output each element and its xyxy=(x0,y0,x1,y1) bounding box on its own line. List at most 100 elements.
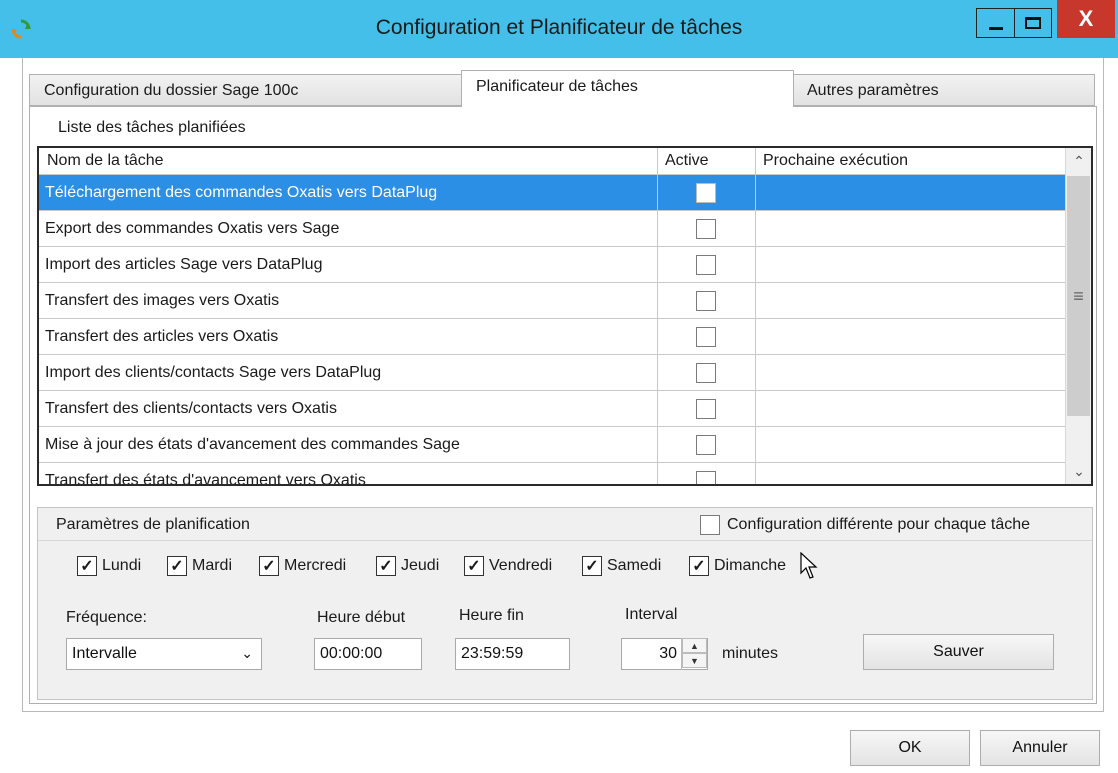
params-header: Paramètres de planification Configuratio… xyxy=(38,508,1092,541)
active-checkbox[interactable] xyxy=(696,255,716,275)
active-checkbox[interactable] xyxy=(696,219,716,239)
active-checkbox[interactable] xyxy=(696,435,716,455)
frequency-select[interactable]: Intervalle ⌄ xyxy=(66,638,262,670)
column-divider xyxy=(755,463,756,484)
column-header-active[interactable]: Active xyxy=(665,152,709,170)
vertical-scrollbar[interactable]: ⌃ ≡ ⌄ xyxy=(1065,148,1091,484)
end-time-field[interactable]: 23:59:59 xyxy=(455,638,570,670)
grid-header: Nom de la tâche Active Prochaine exécuti… xyxy=(39,148,1065,175)
task-name: Transfert des articles vers Oxatis xyxy=(45,328,279,345)
interval-spinner[interactable]: ▲ ▼ xyxy=(681,638,707,670)
spin-up-icon[interactable]: ▲ xyxy=(682,638,707,653)
day-checkbox-vendredi[interactable]: ✓ Vendredi xyxy=(464,555,552,577)
task-name: Transfert des états d'avancement vers Ox… xyxy=(45,472,366,486)
task-name: Téléchargement des commandes Oxatis vers… xyxy=(45,184,438,201)
task-name: Import des clients/contacts Sage vers Da… xyxy=(45,364,382,381)
chevron-down-icon: ⌄ xyxy=(241,645,253,661)
day-checkbox-jeudi[interactable]: ✓ Jeudi xyxy=(376,555,439,577)
day-checkbox-mardi[interactable]: ✓ Mardi xyxy=(167,555,232,577)
column-divider xyxy=(657,463,658,484)
column-divider xyxy=(657,175,658,211)
column-divider xyxy=(755,391,756,427)
minimize-icon xyxy=(988,26,1003,30)
scroll-down-arrow-icon[interactable]: ⌄ xyxy=(1066,458,1091,484)
table-row[interactable]: Export des commandes Oxatis vers Sage xyxy=(39,211,1065,247)
close-button[interactable]: X xyxy=(1057,0,1115,38)
start-time-field[interactable]: 00:00:00 xyxy=(314,638,422,670)
frequency-value: Intervalle xyxy=(72,645,137,662)
active-checkbox[interactable] xyxy=(696,399,716,419)
mouse-cursor-icon xyxy=(800,552,818,579)
day-label: Jeudi xyxy=(401,557,440,574)
table-row[interactable]: Import des clients/contacts Sage vers Da… xyxy=(39,355,1065,391)
interval-label: Interval xyxy=(625,606,678,623)
column-header-name[interactable]: Nom de la tâche xyxy=(47,152,164,170)
start-time-label: Heure début xyxy=(317,609,406,626)
checkmark-icon: ✓ xyxy=(77,556,97,576)
active-checkbox[interactable] xyxy=(696,291,716,311)
active-checkbox[interactable] xyxy=(696,363,716,383)
day-checkbox-lundi[interactable]: ✓ Lundi xyxy=(77,555,141,577)
title-bar: Configuration et Planificateur de tâches… xyxy=(0,0,1118,58)
checkmark-icon: ✓ xyxy=(582,556,602,576)
task-list-label: Liste des tâches planifiées xyxy=(58,119,246,136)
tab-planificateur[interactable]: Planificateur de tâches xyxy=(461,70,794,107)
table-row[interactable]: Mise à jour des états d'avancement des c… xyxy=(39,427,1065,463)
table-row[interactable]: Transfert des états d'avancement vers Ox… xyxy=(39,463,1065,486)
column-divider xyxy=(755,211,756,247)
column-divider xyxy=(657,148,658,175)
checkmark-icon: ✓ xyxy=(376,556,396,576)
active-checkbox[interactable] xyxy=(696,183,716,203)
active-checkbox[interactable] xyxy=(696,471,716,484)
maximize-button[interactable] xyxy=(1014,8,1052,38)
tab-configuration-dossier[interactable]: Configuration du dossier Sage 100c xyxy=(29,74,463,106)
task-name: Transfert des clients/contacts vers Oxat… xyxy=(45,400,337,417)
column-divider xyxy=(657,355,658,391)
frequency-label: Fréquence: xyxy=(66,609,147,626)
table-row[interactable]: Téléchargement des commandes Oxatis vers… xyxy=(39,175,1065,211)
task-name: Import des articles Sage vers DataPlug xyxy=(45,256,323,273)
tab-label: Autres paramètres xyxy=(807,82,939,99)
checkmark-icon: ✓ xyxy=(689,556,709,576)
scroll-up-arrow-icon[interactable]: ⌃ xyxy=(1066,148,1091,174)
tab-label: Planificateur de tâches xyxy=(476,78,638,95)
table-row[interactable]: Transfert des clients/contacts vers Oxat… xyxy=(39,391,1065,427)
column-divider xyxy=(755,148,756,175)
table-row[interactable]: Transfert des articles vers Oxatis xyxy=(39,319,1065,355)
day-label: Mercredi xyxy=(284,557,347,574)
column-divider xyxy=(755,427,756,463)
task-grid[interactable]: Nom de la tâche Active Prochaine exécuti… xyxy=(37,146,1093,486)
minimize-button[interactable] xyxy=(976,8,1014,38)
different-config-checkbox[interactable] xyxy=(700,515,720,535)
task-name: Transfert des images vers Oxatis xyxy=(45,292,280,309)
scheduling-params-group: Paramètres de planification Configuratio… xyxy=(37,507,1093,700)
ok-button[interactable]: OK xyxy=(850,730,970,766)
interval-value: 30 xyxy=(659,645,677,662)
table-row[interactable]: Transfert des images vers Oxatis xyxy=(39,283,1065,319)
tab-autres-parametres[interactable]: Autres paramètres xyxy=(792,74,1095,106)
day-label: Samedi xyxy=(607,557,662,574)
day-checkbox-samedi[interactable]: ✓ Samedi xyxy=(582,555,661,577)
maximize-icon xyxy=(1025,17,1041,29)
save-button[interactable]: Sauver xyxy=(863,634,1054,670)
different-config-label[interactable]: Configuration différente pour chaque tâc… xyxy=(727,516,1030,534)
end-time-value: 23:59:59 xyxy=(461,645,524,662)
column-header-next-run[interactable]: Prochaine exécution xyxy=(763,152,908,170)
task-name: Mise à jour des états d'avancement des c… xyxy=(45,436,460,453)
day-label: Vendredi xyxy=(489,557,553,574)
start-time-value: 00:00:00 xyxy=(320,645,383,662)
task-name: Export des commandes Oxatis vers Sage xyxy=(45,220,340,237)
window-title: Configuration et Planificateur de tâches xyxy=(375,16,743,39)
grip-icon: ≡ xyxy=(1073,285,1084,306)
spin-down-icon[interactable]: ▼ xyxy=(682,653,707,668)
day-checkbox-dimanche[interactable]: ✓ Dimanche xyxy=(689,555,786,577)
day-checkbox-mercredi[interactable]: ✓ Mercredi xyxy=(259,555,346,577)
table-row[interactable]: Import des articles Sage vers DataPlug xyxy=(39,247,1065,283)
column-divider xyxy=(755,175,756,211)
cancel-button[interactable]: Annuler xyxy=(980,730,1100,766)
end-time-label: Heure fin xyxy=(459,607,524,624)
column-divider xyxy=(657,319,658,355)
scroll-thumb[interactable]: ≡ xyxy=(1067,176,1090,416)
active-checkbox[interactable] xyxy=(696,327,716,347)
checkmark-icon: ✓ xyxy=(464,556,484,576)
